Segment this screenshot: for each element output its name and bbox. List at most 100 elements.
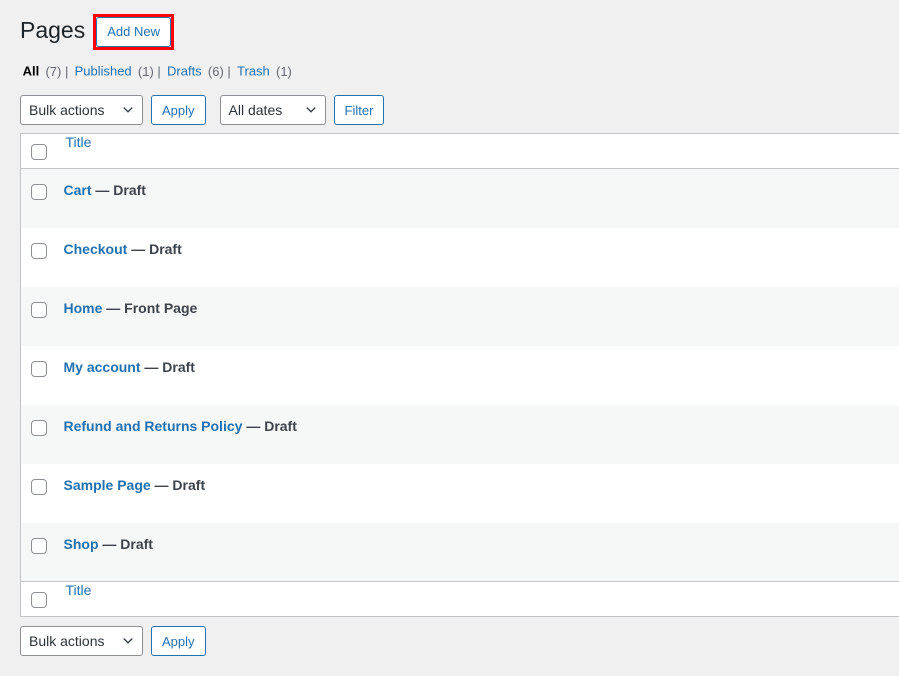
row-title-link[interactable]: Refund and Returns Policy <box>64 418 243 434</box>
bulk-actions-select-top-value: Bulk actions <box>29 102 105 118</box>
row-checkbox[interactable] <box>31 537 47 554</box>
table-row: Sample Page — Draft <box>21 464 899 523</box>
title-column-header-top: Title <box>63 133 464 169</box>
status-filter-item-trash: Trash (1) <box>234 61 292 81</box>
tablenav-bottom: Bulk actions Apply <box>0 626 899 656</box>
row-extra-cell <box>464 405 899 464</box>
bulk-actions-select-bottom[interactable]: Bulk actions <box>20 626 143 656</box>
row-title-cell: Sample Page — Draft <box>64 464 464 523</box>
row-title-link[interactable]: Cart <box>64 182 92 198</box>
row-title-cell: My account — Draft <box>64 346 464 405</box>
select-all-header-cell-bottom <box>20 581 64 617</box>
table-row: My account — Draft <box>21 346 899 405</box>
status-filter-item-published: Published (1) | <box>72 61 164 81</box>
status-filter-item-drafts: Drafts (6) | <box>164 61 234 81</box>
chevron-down-icon <box>121 96 135 124</box>
row-post-state: — Draft <box>144 358 195 375</box>
page-title: Pages <box>20 17 86 44</box>
table-header-row: Title <box>20 133 899 169</box>
title-column-header-bottom: Title <box>63 581 464 617</box>
status-filter-count-drafts: (6) <box>207 64 224 79</box>
bulk-actions-group-top: Bulk actions Apply <box>20 95 206 125</box>
row-title-link[interactable]: Shop <box>64 536 99 552</box>
title-column-sort-link-bottom[interactable]: Title <box>64 582 92 598</box>
status-filter-separator-3: | <box>227 64 231 79</box>
select-all-checkbox-top[interactable] <box>31 143 47 160</box>
chevron-down-icon <box>121 627 135 655</box>
row-title-cell: Cart — Draft <box>64 169 464 228</box>
bulk-actions-select-top[interactable]: Bulk actions <box>20 95 143 125</box>
row-title-cell: Refund and Returns Policy — Draft <box>64 405 464 464</box>
filter-button[interactable]: Filter <box>333 95 385 125</box>
row-select-cell <box>21 287 64 346</box>
row-select-cell <box>21 346 64 405</box>
status-filter-count-published: (1) <box>137 64 154 79</box>
status-filter-item-all: All (7) | <box>20 61 72 81</box>
status-filter-count-all: (7) <box>45 64 62 79</box>
row-checkbox[interactable] <box>31 184 47 201</box>
status-filter-link-drafts[interactable]: Drafts <box>164 61 204 81</box>
apply-button-bottom[interactable]: Apply <box>151 626 206 656</box>
row-checkbox[interactable] <box>31 419 47 436</box>
table-row: Refund and Returns Policy — Draft <box>20 404 899 464</box>
bulk-actions-group-bottom: Bulk actions Apply <box>20 626 206 656</box>
table-footer-row: Title <box>20 581 899 617</box>
pages-table: Title Cart — Draft Checkout — Draft Home… <box>20 133 899 617</box>
row-select-cell <box>21 405 64 464</box>
status-filter-list: All (7) | Published (1) | Drafts (6) | T… <box>0 59 899 85</box>
row-title-cell: Home — Front Page <box>64 287 464 346</box>
add-new-button[interactable]: Add New <box>96 17 171 47</box>
row-post-state: — Draft <box>246 417 297 434</box>
title-column-sort-link-top[interactable]: Title <box>64 134 92 150</box>
select-all-checkbox-bottom[interactable] <box>31 591 47 608</box>
extra-column-header-top <box>463 133 899 169</box>
extra-column-header-bottom <box>463 581 899 617</box>
row-select-cell <box>21 523 64 582</box>
status-filter-count-trash: (1) <box>276 64 292 79</box>
row-title-link[interactable]: Sample Page <box>64 477 151 493</box>
table-row: Cart — Draft <box>20 168 899 228</box>
tablenav-top: Bulk actions Apply All dates Filter <box>0 95 899 125</box>
row-checkbox[interactable] <box>31 301 47 318</box>
select-all-header-cell-top <box>20 133 64 169</box>
row-title-link[interactable]: Checkout <box>64 241 128 257</box>
row-select-cell <box>21 169 64 228</box>
row-checkbox[interactable] <box>31 360 47 377</box>
row-extra-cell <box>464 523 899 582</box>
bulk-actions-select-bottom-value: Bulk actions <box>29 633 105 649</box>
row-extra-cell <box>464 169 899 228</box>
status-filter-link-trash[interactable]: Trash <box>234 61 272 81</box>
row-post-state: — Draft <box>131 240 182 257</box>
row-title-cell: Checkout — Draft <box>64 228 464 287</box>
status-filter-link-published[interactable]: Published <box>72 61 134 81</box>
row-post-state: — Front Page <box>106 299 198 316</box>
row-title-link[interactable]: My account <box>64 359 141 375</box>
date-filter-select-value: All dates <box>228 102 283 118</box>
row-title-link[interactable]: Home <box>64 300 103 316</box>
row-select-cell <box>21 228 64 287</box>
row-extra-cell <box>464 228 899 287</box>
row-checkbox[interactable] <box>31 478 47 495</box>
status-filter-separator-2: | <box>157 64 161 79</box>
pages-table-head: Title <box>20 133 899 169</box>
page-header: Pages Add New <box>0 0 899 50</box>
date-filter-select[interactable]: All dates <box>219 95 326 125</box>
status-filter-link-all[interactable]: All <box>20 61 42 81</box>
pages-admin-screen: Pages Add New All (7) | Published (1) | … <box>0 0 899 676</box>
add-new-annotation-box: Add New <box>93 14 174 50</box>
row-post-state: — Draft <box>154 476 206 493</box>
date-filter-group: All dates Filter <box>219 95 385 125</box>
row-checkbox[interactable] <box>31 242 47 259</box>
row-select-cell <box>21 464 64 523</box>
row-extra-cell <box>464 346 899 405</box>
apply-button-top[interactable]: Apply <box>151 95 206 125</box>
table-row: Shop — Draft <box>20 522 899 582</box>
row-extra-cell <box>464 464 899 523</box>
row-post-state: — Draft <box>102 535 153 552</box>
row-extra-cell <box>464 287 899 346</box>
chevron-down-icon <box>304 96 318 124</box>
table-row: Checkout — Draft <box>21 228 899 287</box>
status-filter-separator-1: | <box>64 64 69 79</box>
pages-table-body: Cart — Draft Checkout — Draft Home — Fro… <box>20 168 899 582</box>
pages-table-foot: Title <box>20 581 899 617</box>
